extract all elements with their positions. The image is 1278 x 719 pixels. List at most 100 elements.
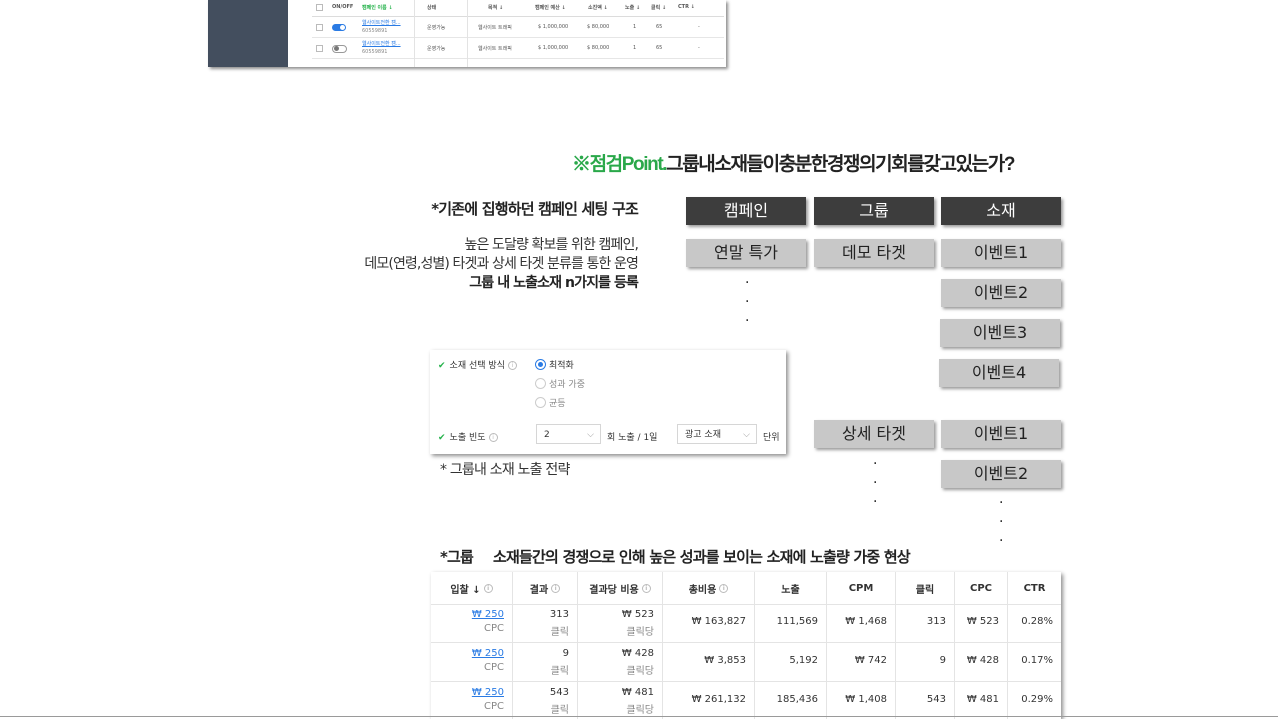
cost-per-result-cell: ₩ 523 클릭당 (578, 604, 663, 642)
bid-value[interactable]: ₩ 250 (472, 609, 504, 620)
header-impressions[interactable]: 노출 (755, 572, 827, 604)
campaign-header-box: 캠페인 (686, 197, 806, 225)
info-icon[interactable]: i (507, 361, 517, 370)
result-cell: 313 클릭 (513, 604, 578, 642)
option-optimize-label[interactable]: 최적화 (549, 358, 574, 371)
creative-box-event1: 이벤트1 (941, 420, 1061, 448)
ctr-cell: 0.29% (1008, 682, 1061, 719)
option-weighted-label[interactable]: 성과 가중 (549, 377, 585, 390)
clicks-value: 313 (926, 616, 946, 627)
row-checkbox[interactable] (316, 24, 323, 31)
header-spend[interactable]: 소진액 ↓ (588, 4, 608, 11)
clicks-cell: 9 (896, 643, 955, 681)
cpm-cell: ₩ 1,468 (827, 604, 896, 642)
unit-select[interactable]: 광고 소재 ⌵ (677, 424, 757, 444)
ctr-value: 0.28% (1021, 616, 1053, 627)
radio-weighted[interactable] (535, 378, 546, 389)
header-cpm[interactable]: CPM (827, 572, 896, 604)
checkpoint-question: 그룹내소재들이충분한경쟁의기회를갖고있는가? (666, 154, 1015, 175)
header-goal[interactable]: 목적 ↓ (488, 4, 503, 11)
frequency-text: 노출 빈도 (449, 433, 486, 443)
group-box-demo-target: 데모 타겟 (814, 239, 934, 267)
bid-value[interactable]: ₩ 250 (472, 687, 504, 698)
header-clicks[interactable]: 클릭 (896, 572, 955, 604)
unit-suffix-text: 단위 (763, 433, 780, 443)
impressions-value: 1 (633, 45, 637, 51)
on-toggle[interactable] (332, 24, 346, 31)
header-ctr[interactable]: CTR ↓ (678, 4, 695, 10)
cost-per-result-cell: ₩ 481 클릭당 (578, 682, 663, 719)
header-impressions[interactable]: 노출 ↓ (625, 4, 640, 11)
bid-unit: CPC (484, 701, 504, 712)
total-cost-value: ₩ 3,853 (704, 655, 746, 666)
header-cost-per-result[interactable]: 결과당 비용 i (578, 572, 663, 604)
campaign-id: 60559891 (362, 28, 388, 34)
creative-header-box: 소재 (941, 197, 1061, 225)
info-icon[interactable]: i (488, 433, 498, 442)
total-cost-cell: ₩ 163,827 (663, 604, 755, 642)
impressions-value: 1 (633, 24, 637, 30)
header-status: 상태 (427, 5, 437, 11)
cost-per-result-unit: 클릭당 (626, 627, 654, 638)
goal-text: 웹사이트 트래픽 (478, 25, 512, 31)
header-cpc[interactable]: CPC (955, 572, 1008, 604)
result-unit: 클릭 (550, 666, 569, 677)
ctr-value: 0.17% (1021, 655, 1053, 666)
table-row: ₩ 250 CPC 9 클릭 ₩ 428 클릭당 ₩ 3,853 5,192 ₩ 742 9 ₩ 4… (431, 643, 1061, 682)
impressions-cell: 5,192 (755, 643, 827, 681)
frequency-select[interactable]: 2 ⌵ (536, 424, 601, 444)
cost-per-result-value: ₩ 428 (621, 648, 654, 659)
clicks-cell: 313 (896, 604, 955, 642)
column-divider (467, 0, 468, 67)
result-unit: 클릭 (550, 627, 569, 638)
clicks-cell: 543 (896, 682, 955, 719)
option-equal-label[interactable]: 균등 (549, 396, 566, 409)
header-bid[interactable]: 입찰 ↓ i (431, 572, 513, 604)
campaign-name-link[interactable]: 웹사이트전환 캠... (362, 20, 401, 26)
campaign-name-link[interactable]: 웹사이트전환 캠... (362, 41, 401, 47)
cpc-cell: ₩ 481 (955, 682, 1008, 719)
frequency-label: ✔ 노출 빈도 i (438, 430, 498, 443)
bid-value[interactable]: ₩ 250 (472, 648, 504, 659)
group-header-box: 그룹 (814, 197, 934, 225)
campaign-table-header: ON/OFF 캠페인 이름 ↓ 상태 목적 ↓ 캠페인 예산 ↓ 소진액 ↓ 노… (312, 0, 724, 17)
table-row: 웹사이트전환 캠... 60559891 운영가능 웹사이트 트래픽 $ 1,00… (312, 38, 724, 59)
structure-description: 높은 도달량 확보를 위한 캠페인, 데모(연령,성별) 타겟과 상세 타겟 분… (364, 236, 638, 293)
header-bid-label: 입찰 ↓ (450, 584, 481, 596)
table-row: 웹사이트전환 캠... 60559891 운영가능 웹사이트 트래픽 $ 1,00… (312, 17, 724, 38)
header-clicks[interactable]: 클릭 ↓ (651, 4, 666, 11)
goal-text: 웹사이트 트래픽 (478, 46, 512, 52)
impressions-cell: 111,569 (755, 604, 827, 642)
ctr-value: - (698, 45, 700, 51)
impressions-value: 185,436 (776, 694, 818, 705)
header-budget[interactable]: 캠페인 예산 ↓ (535, 4, 566, 11)
header-result[interactable]: 결과 i (513, 572, 578, 604)
phenomenon-title: *그룹 소재들간의 경쟁으로 인해 높은 성과를 보이는 소재에 노출량 가중 현… (440, 546, 911, 567)
phenomenon-text: 소재들간의 경쟁으로 인해 높은 성과를 보이는 소재에 노출량 가중 현상 (493, 548, 911, 566)
result-cell: 543 클릭 (513, 682, 578, 719)
total-cost-cell: ₩ 3,853 (663, 643, 755, 681)
ellipsis-dot: . (999, 510, 1004, 526)
select-all-checkbox[interactable] (316, 4, 323, 11)
chevron-down-icon: ⌵ (743, 430, 750, 440)
header-ctr[interactable]: CTR (1008, 572, 1061, 604)
campaign-id: 60559891 (362, 49, 388, 55)
radio-optimize[interactable] (535, 359, 546, 370)
ctr-cell: 0.17% (1008, 643, 1061, 681)
bid-cell: ₩ 250 CPC (431, 604, 513, 642)
header-campaign-name[interactable]: 캠페인 이름 ↓ (362, 4, 393, 11)
structure-title: *기존에 집행하던 캠페인 세팅 구조 (431, 200, 639, 218)
description-line: 그룹 내 노출소재 n가지를 등록 (469, 275, 639, 291)
total-cost-value: ₩ 261,132 (691, 694, 746, 705)
cpm-value: ₩ 1,468 (845, 616, 887, 627)
row-checkbox[interactable] (316, 45, 323, 52)
total-cost-cell: ₩ 261,132 (663, 682, 755, 719)
campaign-list-screenshot: ON/OFF 캠페인 이름 ↓ 상태 목적 ↓ 캠페인 예산 ↓ 소진액 ↓ 노… (208, 0, 726, 67)
status-text: 운영가능 (427, 46, 446, 52)
bottom-divider (0, 716, 1278, 717)
bid-cell: ₩ 250 CPC (431, 682, 513, 719)
spend-value: $ 80,000 (587, 24, 610, 30)
radio-equal[interactable] (535, 397, 546, 408)
header-total-cost[interactable]: 총비용 i (663, 572, 755, 604)
off-toggle[interactable] (332, 45, 347, 53)
